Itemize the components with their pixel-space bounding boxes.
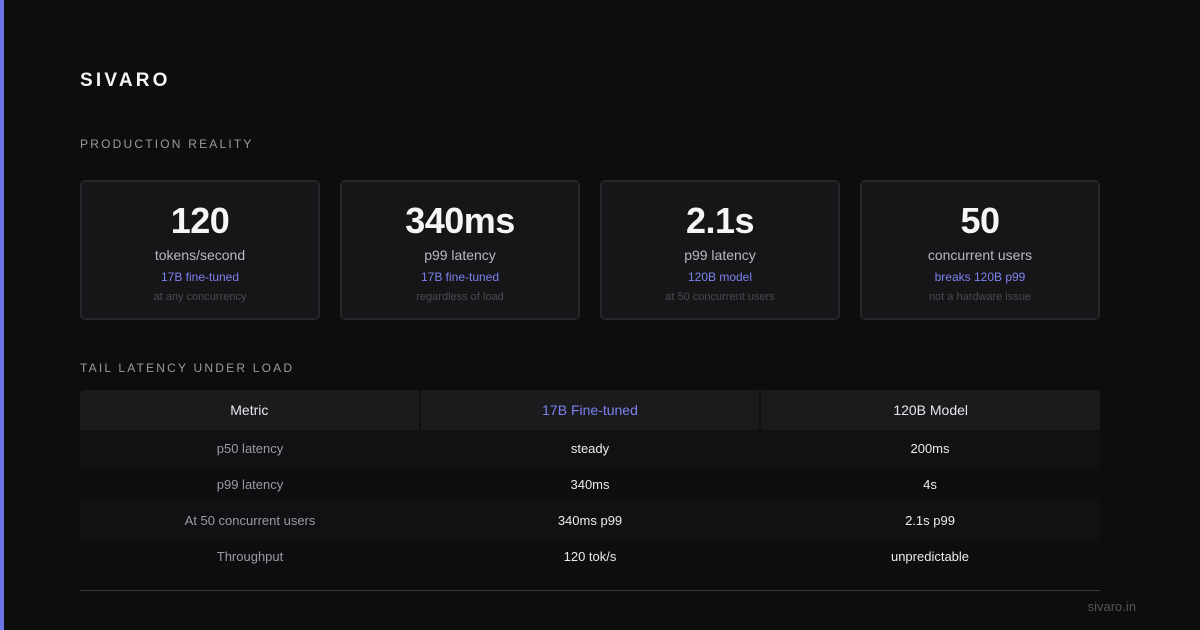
table-cell-17b: 340ms [570,476,610,492]
table-cell-metric: At 50 concurrent users [184,512,316,528]
table-row: At 50 concurrent users 340ms p99 2.1s p9… [80,502,1100,538]
stat-tag: breaks 120B p99 [934,270,1026,284]
table-cell-120b: 2.1s p99 [905,512,955,528]
comparison-table: Metric 17B Fine-tuned 120B Model p50 lat… [80,390,1100,574]
table-cell-17b: steady [570,440,610,456]
stat-tag: 120B model [687,270,753,284]
stat-cards: 120 tokens/second 17B fine-tuned at any … [80,180,1100,320]
column-header-metric: Metric [80,390,421,430]
stat-value: 50 [960,200,1000,241]
table-cell-17b: 120 tok/s [563,548,617,564]
stat-note: at any concurrency [153,291,247,303]
table-cell-metric: Throughput [216,548,284,564]
stat-note: not a hardware issue [928,291,1032,303]
stat-tag: 17B fine-tuned [420,270,500,284]
table-cell-120b: unpredictable [890,548,970,564]
stat-label: concurrent users [927,247,1033,263]
stat-card-throughput: 120 tokens/second 17B fine-tuned at any … [80,180,320,320]
table-cell-120b: 4s [923,476,937,492]
stat-label: tokens/second [154,247,246,263]
stat-tag: 17B fine-tuned [160,270,240,284]
section-title-production-reality: PRODUCTION REALITY [80,137,254,151]
table-cell-120b: 200ms [910,440,950,456]
table-cell-metric: p50 latency [216,440,284,456]
stat-note: regardless of load [416,291,504,303]
table-cell-metric: p99 latency [216,476,284,492]
table-row: p99 latency 340ms 4s [80,466,1100,502]
stat-value: 2.1s [685,200,755,241]
footer-url: sivaro.in [1087,599,1136,614]
stat-label: p99 latency [684,247,756,263]
slide: SIVARO PRODUCTION REALITY 120 tokens/sec… [0,0,1200,630]
table-row: p50 latency steady 200ms [80,430,1100,466]
brand-logo: SIVARO [80,70,171,91]
column-header-17b: 17B Fine-tuned [421,390,762,430]
stat-value: 120 [170,200,230,241]
column-header-120b: 120B Model [893,402,969,418]
stat-card-p99-17b: 340ms p99 latency 17B fine-tuned regardl… [340,180,580,320]
footer-divider [80,590,1100,591]
stat-card-concurrent-users: 50 concurrent users breaks 120B p99 not … [860,180,1100,320]
stat-note: at 50 concurrent users [665,291,775,303]
table-header-row: Metric 17B Fine-tuned 120B Model [80,390,1100,430]
table-row: Throughput 120 tok/s unpredictable [80,538,1100,574]
stat-value: 340ms [405,200,515,241]
section-title-tail-latency: TAIL LATENCY UNDER LOAD [80,361,295,375]
accent-bar [0,0,4,630]
table-cell-17b: 340ms p99 [557,512,623,528]
stat-label: p99 latency [424,247,496,263]
stat-card-p99-120b: 2.1s p99 latency 120B model at 50 concur… [600,180,840,320]
